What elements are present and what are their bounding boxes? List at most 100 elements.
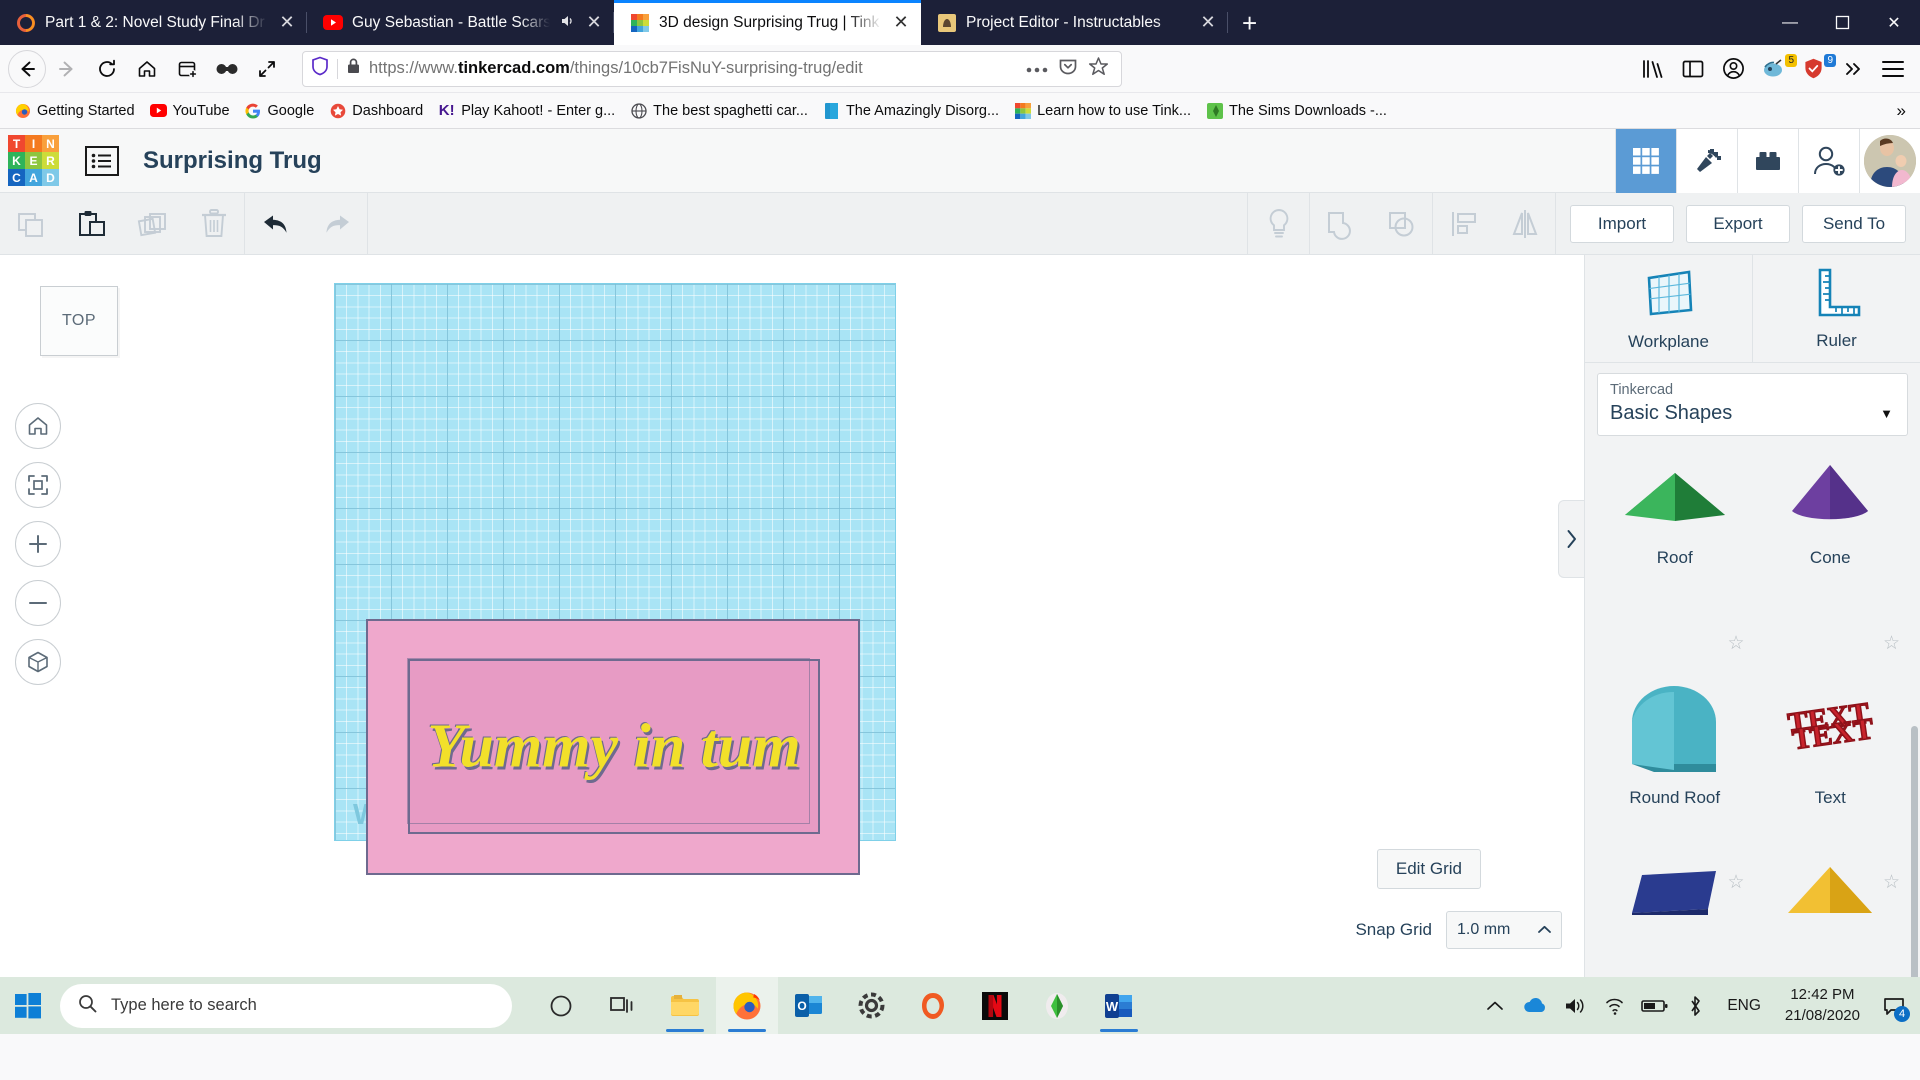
shape-item[interactable]: ☆ Round Roof	[1597, 626, 1753, 814]
chevron-double-right-icon[interactable]	[1834, 52, 1872, 86]
url-bar[interactable]: https://www.tinkercad.com/things/10cb7Fi…	[302, 50, 1122, 87]
zoom-out-button[interactable]	[15, 580, 61, 626]
windows-logo-icon[interactable]	[0, 977, 56, 1034]
clock[interactable]: 12:42 PM 21/08/2020	[1773, 985, 1872, 1026]
star-icon[interactable]	[1088, 56, 1109, 82]
snap-grid-select[interactable]: 1.0 mm	[1446, 911, 1562, 949]
library-icon[interactable]	[1634, 52, 1672, 86]
maximize-button[interactable]	[1816, 0, 1868, 45]
new-tab-button[interactable]: +	[1228, 8, 1271, 39]
star-outline-icon[interactable]: ☆	[1727, 871, 1744, 894]
back-arrow-icon[interactable]	[8, 49, 46, 88]
browser-tab[interactable]: Guy Sebastian - Battle Scars ✕	[307, 0, 614, 45]
fit-view-button[interactable]	[15, 462, 61, 508]
speaker-icon[interactable]	[559, 13, 575, 32]
cloud-icon[interactable]	[1515, 977, 1555, 1034]
minimize-button[interactable]: —	[1764, 0, 1816, 45]
import-button[interactable]: Import	[1570, 204, 1674, 243]
speaker-icon[interactable]	[1555, 977, 1595, 1034]
extension-icon[interactable]: 5	[1754, 52, 1797, 86]
outlook-icon[interactable]: O	[778, 977, 840, 1034]
panel-scrollbar[interactable]	[1911, 726, 1918, 977]
netflix-icon[interactable]	[964, 977, 1026, 1034]
bookmarks-overflow-button[interactable]: »	[1897, 101, 1912, 121]
trash-icon[interactable]	[183, 193, 244, 255]
origin-icon[interactable]	[902, 977, 964, 1034]
shape-slab[interactable]: Yummy in tum	[366, 619, 860, 875]
extension-icon-2[interactable]: 9	[1794, 52, 1836, 86]
pickaxe-icon[interactable]	[1676, 128, 1737, 193]
bookmark-item[interactable]: Learn how to use Tink...	[1008, 99, 1197, 122]
tinkercad-logo[interactable]: T I N K E R C A D	[8, 135, 59, 186]
shape-item[interactable]: Cone	[1753, 444, 1909, 574]
lightbulb-icon[interactable]	[1248, 193, 1309, 255]
ungroup-shapes-icon[interactable]	[1371, 193, 1432, 255]
shape-grid[interactable]: Roof Cone ☆ Round Roof ☆ TEXT TEXT Text …	[1585, 436, 1920, 977]
notifications-button[interactable]: 4	[1872, 977, 1916, 1034]
bookmark-item[interactable]: Google	[239, 99, 321, 122]
bookmark-item[interactable]: K! Play Kahoot! - Enter g...	[432, 99, 621, 122]
redo-arrow-icon[interactable]	[306, 193, 367, 255]
avatar[interactable]	[1859, 128, 1920, 193]
star-outline-icon[interactable]: ☆	[1727, 632, 1744, 655]
browser-tab-active[interactable]: 3D design Surprising Trug | Tink ✕	[614, 0, 921, 45]
duplicate-icon[interactable]	[122, 193, 183, 255]
shape-item[interactable]: ☆ TEXT TEXT Text	[1753, 626, 1909, 814]
close-icon[interactable]: ✕	[277, 12, 297, 33]
shield-icon[interactable]	[311, 56, 329, 81]
person-add-icon[interactable]	[1798, 128, 1859, 193]
undo-arrow-icon[interactable]	[245, 193, 306, 255]
language-indicator[interactable]: ENG	[1715, 997, 1773, 1015]
chevron-up-icon[interactable]	[1475, 977, 1515, 1034]
expand-icon[interactable]	[248, 52, 286, 86]
list-menu-icon[interactable]	[85, 145, 119, 176]
ruler-tool[interactable]: Ruler	[1753, 255, 1920, 363]
shape-item[interactable]: Roof	[1597, 444, 1753, 574]
sidebar-icon[interactable]	[1674, 52, 1712, 86]
task-view-icon[interactable]	[592, 977, 654, 1034]
bookmark-item[interactable]: The Sims Downloads -...	[1200, 99, 1393, 122]
browser-tab[interactable]: Project Editor - Instructables ✕	[921, 0, 1228, 45]
bookmark-item[interactable]: The Amazingly Disorg...	[817, 99, 1005, 122]
close-window-button[interactable]: ✕	[1868, 0, 1920, 45]
export-button[interactable]: Export	[1686, 204, 1790, 243]
bluetooth-icon[interactable]	[1675, 977, 1715, 1034]
bookmark-item[interactable]: The best spaghetti car...	[624, 99, 814, 122]
bookmark-item[interactable]: YouTube	[144, 99, 236, 122]
3d-canvas[interactable]: TOP Workplane Yummy in	[0, 255, 1584, 977]
bookmark-item[interactable]: Getting Started	[8, 99, 141, 122]
shape-library-select[interactable]: Tinkercad Basic Shapes ▼	[1597, 373, 1908, 436]
chevron-right-icon[interactable]	[1558, 500, 1584, 578]
home-view-button[interactable]	[15, 403, 61, 449]
wifi-icon[interactable]	[1595, 977, 1635, 1034]
folder-icon[interactable]	[654, 977, 716, 1034]
mirror-icon[interactable]	[1494, 193, 1555, 255]
search-input[interactable]: Type here to search	[60, 983, 512, 1028]
battery-icon[interactable]	[1635, 977, 1675, 1034]
star-outline-icon[interactable]: ☆	[1883, 871, 1900, 894]
close-icon[interactable]: ✕	[891, 12, 911, 33]
star-outline-icon[interactable]: ☆	[1883, 632, 1900, 655]
workplane-tool[interactable]: Workplane	[1585, 255, 1753, 363]
home-icon[interactable]	[128, 52, 166, 86]
copy-icon[interactable]	[0, 193, 61, 255]
group-shapes-icon[interactable]	[1310, 193, 1371, 255]
reload-arrow-icon[interactable]	[88, 52, 126, 86]
grid-icon[interactable]	[1615, 128, 1676, 193]
sims-plumbob-icon[interactable]	[1026, 977, 1088, 1034]
shape-inner-frame[interactable]: Yummy in tum	[407, 658, 820, 834]
zoom-in-button[interactable]	[15, 521, 61, 567]
gear-icon[interactable]	[840, 977, 902, 1034]
view-cube[interactable]: TOP	[40, 286, 118, 356]
ortho-perspective-button[interactable]	[15, 639, 61, 685]
padlock-icon[interactable]	[346, 57, 361, 80]
close-icon[interactable]: ✕	[584, 12, 604, 33]
shape-item[interactable]: ☆	[1597, 865, 1753, 925]
send-to-button[interactable]: Send To	[1802, 204, 1906, 243]
pocket-icon[interactable]	[1058, 56, 1078, 81]
new-container-tab-icon[interactable]	[168, 52, 206, 86]
close-icon[interactable]: ✕	[1198, 12, 1218, 33]
firefox-icon[interactable]	[716, 977, 778, 1034]
align-icon[interactable]	[1433, 193, 1494, 255]
chevron-down-icon[interactable]: ▼	[1880, 406, 1893, 421]
